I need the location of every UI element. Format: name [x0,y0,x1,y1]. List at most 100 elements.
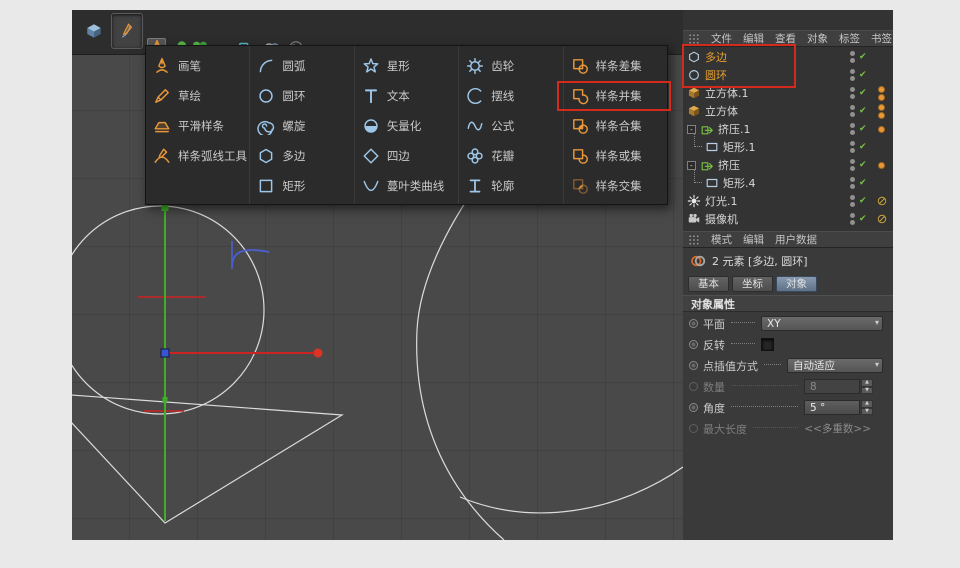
object-name[interactable]: 圆环 [705,67,727,83]
menu-item-circle[interactable]: 圆环 [250,81,353,111]
object-row-light-1[interactable]: 灯光.1 [683,192,893,210]
menu-item-formula[interactable]: 公式 [459,111,562,141]
menu-item-spline-intersect[interactable]: 样条交集 [564,171,667,201]
object-name[interactable]: 矩形.1 [723,139,756,155]
enabled-check-icon[interactable] [859,142,870,152]
menu-item-nside[interactable]: 多边 [250,141,353,171]
material-tags[interactable] [878,86,885,101]
om-menu-tags[interactable]: 标签 [839,31,860,46]
object-properties-header[interactable]: 对象属性 [683,295,893,312]
visibility-toggles[interactable] [850,195,855,207]
menu-item-pen[interactable]: 画笔 [146,51,249,81]
menu-item-spline-or[interactable]: 样条或集 [564,141,667,171]
expand-toggle[interactable] [687,125,696,134]
visibility-toggles[interactable] [850,123,855,135]
object-name[interactable]: 多边 [705,49,727,65]
axis-x-handle[interactable] [314,349,323,358]
enabled-check-icon[interactable] [859,52,870,62]
menu-item-cycloid[interactable]: 摆线 [459,81,562,111]
interpolation-dropdown[interactable]: 自动适应 [787,358,883,373]
menu-item-text[interactable]: 文本 [355,81,458,111]
material-tags[interactable] [878,162,885,169]
menu-item-cissoid[interactable]: 蔓叶类曲线 [355,171,458,201]
plane-dropdown[interactable]: XY [761,316,883,331]
menu-item-profile[interactable]: 轮廓 [459,171,562,201]
anim-dot[interactable] [689,403,698,412]
visibility-toggles[interactable] [850,105,855,117]
object-name[interactable]: 挤压.1 [718,121,751,137]
anim-dot[interactable] [689,340,698,349]
no-view-icon[interactable] [874,195,889,207]
enabled-check-icon[interactable] [859,196,870,206]
om-menu-file[interactable]: 文件 [711,31,732,46]
object-row-camera[interactable]: 摄像机 [683,210,893,228]
visibility-toggles[interactable] [850,69,855,81]
axis-y-handle[interactable] [162,204,169,211]
menu-item-4side[interactable]: 四边 [355,141,458,171]
object-row-extrude-1[interactable]: 挤压.1 [683,120,893,138]
menu-item-arc[interactable]: 圆弧 [250,51,353,81]
visibility-toggles[interactable] [850,51,855,63]
attr-menu-userdata[interactable]: 用户数据 [775,232,817,247]
reverse-checkbox[interactable] [761,338,774,351]
tab-object[interactable]: 对象 [776,276,817,292]
menu-item-star[interactable]: 星形 [355,51,458,81]
menu-item-helix[interactable]: 螺旋 [250,111,353,141]
no-view-icon[interactable] [874,213,889,225]
menu-item-flower[interactable]: 花瓣 [459,141,562,171]
menu-item-spline-arc-tool[interactable]: 样条弧线工具 [146,141,249,171]
menu-item-vectorizer[interactable]: 矢量化 [355,111,458,141]
enabled-check-icon[interactable] [859,106,870,116]
object-row-rect-4[interactable]: 矩形.4 [683,174,893,192]
enabled-check-icon[interactable] [859,160,870,170]
object-row-nside[interactable]: 多边 [683,48,893,66]
menu-item-sketch[interactable]: 草绘 [146,81,249,111]
anim-dot[interactable] [689,361,698,370]
tab-basic[interactable]: 基本 [688,276,729,292]
object-row-ring[interactable]: 圆环 [683,66,893,84]
cube-tool-button[interactable] [78,13,110,49]
object-name[interactable]: 立方体 [705,103,738,119]
visibility-toggles[interactable] [850,159,855,171]
menu-item-spline-union[interactable]: 样条并集 [564,81,667,111]
material-tags[interactable] [878,126,885,133]
selected-point[interactable] [161,349,169,357]
enabled-check-icon[interactable] [859,70,870,80]
menu-item-gear[interactable]: 齿轮 [459,51,562,81]
menu-item-smooth-spline[interactable]: 平滑样条 [146,111,249,141]
object-name[interactable]: 矩形.4 [723,175,756,191]
enabled-check-icon[interactable] [859,178,870,188]
angle-field[interactable]: 5 ° [804,400,860,415]
object-name[interactable]: 摄像机 [705,211,738,227]
enabled-check-icon[interactable] [859,214,870,224]
attr-menu-mode[interactable]: 模式 [711,232,732,247]
pen-tool-button[interactable] [111,13,143,49]
panel-grid-icon[interactable] [688,234,700,246]
om-menu-edit[interactable]: 编辑 [743,31,764,46]
anim-dot[interactable] [689,319,698,328]
visibility-toggles[interactable] [850,213,855,225]
object-row-extrude[interactable]: 挤压 [683,156,893,174]
attr-menu-edit[interactable]: 编辑 [743,232,764,247]
menu-item-spline-merge[interactable]: 样条合集 [564,111,667,141]
angle-spinner[interactable] [861,400,873,415]
om-menu-view[interactable]: 查看 [775,31,796,46]
object-row-cube-1[interactable]: 立方体.1 [683,84,893,102]
enabled-check-icon[interactable] [859,88,870,98]
object-name[interactable]: 挤压 [718,157,740,173]
visibility-toggles[interactable] [850,141,855,153]
visibility-toggles[interactable] [850,177,855,189]
tab-coordinates[interactable]: 坐标 [732,276,773,292]
panel-grid-icon[interactable] [688,33,700,45]
object-name[interactable]: 灯光.1 [705,193,738,209]
om-menu-bookmarks[interactable]: 书签 [871,31,892,46]
object-name[interactable]: 立方体.1 [705,85,749,101]
menu-item-rectangle[interactable]: 矩形 [250,171,353,201]
visibility-toggles[interactable] [850,87,855,99]
om-menu-object[interactable]: 对象 [807,31,828,46]
object-row-rect-1[interactable]: 矩形.1 [683,138,893,156]
object-row-cube[interactable]: 立方体 [683,102,893,120]
expand-toggle[interactable] [687,161,696,170]
material-tags[interactable] [878,104,885,119]
menu-item-spline-difference[interactable]: 样条差集 [564,51,667,81]
